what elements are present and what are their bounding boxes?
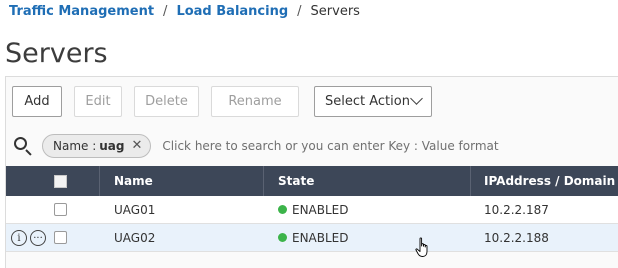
breadcrumb: Traffic Management / Load Balancing / Se… <box>9 4 360 19</box>
breadcrumb-separator: / <box>163 4 168 19</box>
column-header-ipaddress[interactable]: IPAddress / Domain <box>471 166 618 196</box>
add-button[interactable]: Add <box>12 85 62 117</box>
table-header: Name State IPAddress / Domain <box>6 166 618 196</box>
hand-cursor-icon <box>415 237 428 257</box>
row-checkbox[interactable] <box>54 231 67 244</box>
search-icon[interactable] <box>12 135 34 157</box>
status-dot-icon <box>278 205 287 214</box>
row-select-cell <box>6 196 100 223</box>
search-bar[interactable]: Name : uag ✕ Click here to search or you… <box>6 128 618 163</box>
filter-chip-key: Name : <box>53 138 97 153</box>
filter-chip-value: uag <box>99 138 125 153</box>
close-icon[interactable]: ✕ <box>132 138 143 153</box>
chevron-down-icon <box>410 92 423 105</box>
server-name: UAG02 <box>114 230 156 245</box>
toolbar: Add Edit Delete Rename Select Action <box>12 85 432 117</box>
select-all-checkbox[interactable] <box>54 174 67 188</box>
row-action-icons: i ··· <box>11 230 49 246</box>
servers-panel: Add Edit Delete Rename Select Action Nam… <box>5 76 618 268</box>
select-all-cell <box>6 166 100 196</box>
server-state: ENABLED <box>264 224 471 251</box>
table-row[interactable]: i ··· UAG02 ENABLED 10.2.2.188 <box>6 224 618 252</box>
search-input[interactable]: Click here to search or you can enter Ke… <box>162 139 498 153</box>
servers-table: Name State IPAddress / Domain UAG01 ENAB… <box>6 166 618 252</box>
column-header-state[interactable]: State <box>264 166 471 196</box>
breadcrumb-current: Servers <box>310 4 360 19</box>
status-dot-icon <box>278 233 287 242</box>
select-action-label: Select Action <box>325 93 410 109</box>
server-state-label: ENABLED <box>292 230 349 245</box>
row-select-cell: i ··· <box>6 224 100 251</box>
info-icon[interactable]: i <box>11 230 27 246</box>
table-row[interactable]: UAG01 ENABLED 10.2.2.187 <box>6 196 618 224</box>
server-name: UAG01 <box>114 202 156 217</box>
row-checkbox[interactable] <box>54 203 67 216</box>
server-ip: 10.2.2.188 <box>484 230 549 245</box>
server-state-label: ENABLED <box>292 202 349 217</box>
delete-button[interactable]: Delete <box>134 85 199 117</box>
breadcrumb-load-balancing[interactable]: Load Balancing <box>176 4 288 19</box>
column-header-name[interactable]: Name <box>100 166 264 196</box>
select-action-dropdown[interactable]: Select Action <box>314 85 432 117</box>
filter-chip[interactable]: Name : uag ✕ <box>42 133 152 158</box>
breadcrumb-separator: / <box>297 4 302 19</box>
rename-button[interactable]: Rename <box>211 85 299 117</box>
server-ip: 10.2.2.187 <box>484 202 549 217</box>
more-icon[interactable]: ··· <box>30 230 46 246</box>
server-state: ENABLED <box>264 196 471 223</box>
page-title: Servers <box>5 38 108 69</box>
edit-button[interactable]: Edit <box>74 85 122 117</box>
breadcrumb-traffic-management[interactable]: Traffic Management <box>9 4 154 19</box>
